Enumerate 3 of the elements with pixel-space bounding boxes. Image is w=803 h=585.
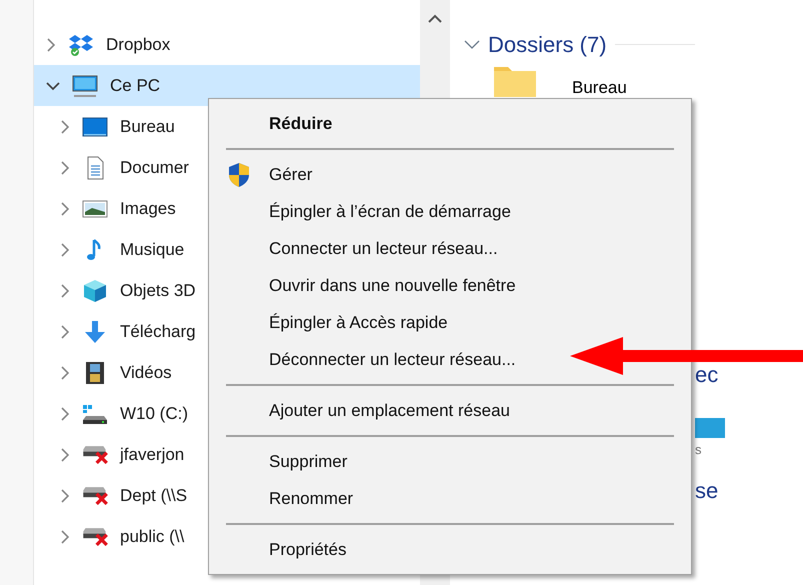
partial-text: ec <box>695 361 720 389</box>
partial-text: se <box>695 476 720 504</box>
partial-text: s <box>695 441 702 459</box>
